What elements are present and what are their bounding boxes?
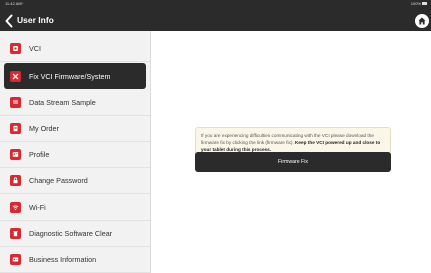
sidebar-item-my-order[interactable]: My Order (0, 116, 150, 142)
sidebar-item-label: Data Stream Sample (29, 98, 96, 107)
sidebar-item-fix-vci-firmware[interactable]: Fix VCI Firmware/System (4, 63, 146, 89)
clear-icon (10, 228, 21, 239)
sidebar-item-label: Business Information (29, 255, 97, 264)
top-bar: 11:42 AM ◠ 100% User Info (0, 0, 431, 31)
sidebar-item-profile[interactable]: Profile (0, 142, 150, 168)
lock-icon (10, 175, 21, 186)
wifi-icon (10, 202, 21, 213)
user-info-screen: 11:42 AM ◠ 100% User Info VCI Fix VCI Fi… (0, 0, 431, 273)
back-button[interactable] (4, 14, 14, 28)
firmware-fix-button[interactable]: Firmware Fix (195, 152, 391, 172)
data-stream-icon (10, 97, 21, 108)
sidebar-item-label: Fix VCI Firmware/System (29, 71, 111, 81)
sidebar-item-label: Diagnostic Software Clear (29, 229, 113, 238)
sidebar-item-label: VCI (29, 44, 41, 53)
home-icon (418, 17, 426, 25)
sidebar-item-label: Wi-Fi (29, 203, 46, 212)
profile-icon (10, 149, 21, 160)
sidebar-item-business-information[interactable]: Business Information (0, 247, 150, 273)
wifi-icon: ◠ (20, 1, 24, 6)
order-icon (10, 123, 21, 134)
sidebar-item-change-password[interactable]: Change Password (0, 168, 150, 194)
vci-icon (10, 43, 21, 54)
sidebar-item-data-stream-sample[interactable]: Data Stream Sample (0, 90, 150, 116)
sidebar-item-label: Profile (29, 150, 50, 159)
sidebar: VCI Fix VCI Firmware/System Data Stream … (0, 31, 151, 273)
sidebar-item-vci[interactable]: VCI (0, 36, 150, 62)
home-button[interactable] (415, 14, 429, 28)
battery-level: 100% (410, 1, 421, 6)
business-card-icon (10, 254, 21, 265)
sidebar-item-label: My Order (29, 124, 59, 133)
sidebar-item-diagnostic-software-clear[interactable]: Diagnostic Software Clear (0, 221, 150, 247)
sidebar-item-label: Change Password (29, 176, 88, 185)
sidebar-item-wifi[interactable]: Wi-Fi (0, 195, 150, 221)
battery-icon (422, 2, 427, 5)
back-arrow-icon (5, 14, 13, 28)
page-title: User Info (17, 15, 54, 25)
tools-icon (10, 70, 21, 82)
